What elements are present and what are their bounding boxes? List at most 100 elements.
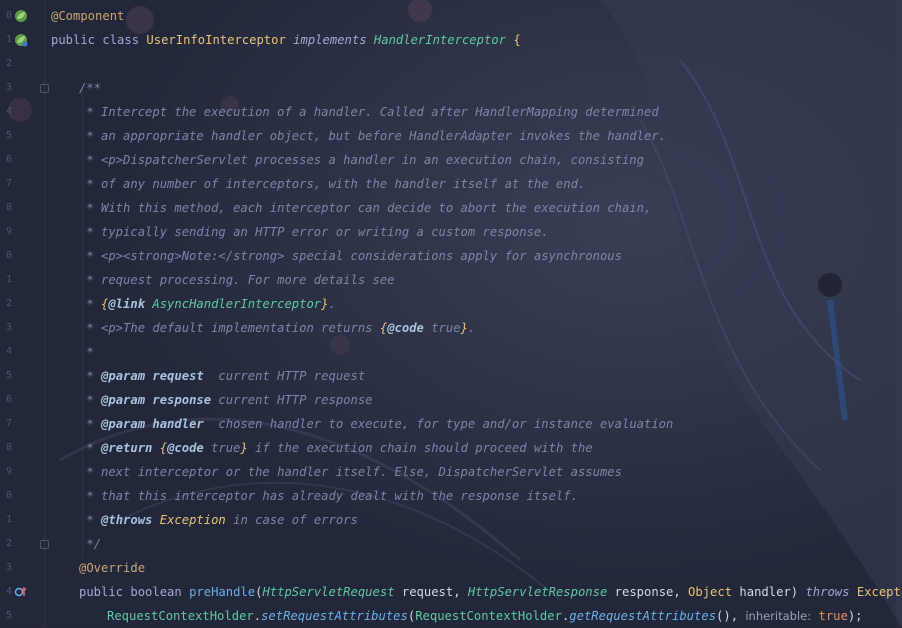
exception-name: Exception: [152, 513, 226, 527]
class-name: RequestContextHolder: [415, 609, 562, 623]
line-number: 4: [5, 346, 12, 357]
brace: }: [240, 441, 248, 455]
type-name: HttpServletRequest: [262, 585, 395, 599]
line-number: 5: [5, 130, 12, 141]
comment-text: true: [423, 321, 461, 335]
line-number: 1: [5, 274, 12, 285]
line-number: 3: [5, 322, 12, 333]
code-line[interactable]: RequestContextHolder.setRequestAttribute…: [107, 604, 863, 628]
override-gutter-icon[interactable]: [14, 585, 28, 599]
comment-text: .: [467, 321, 476, 335]
vertical-scrollbar[interactable]: [896, 0, 902, 627]
punctuation: .: [253, 609, 262, 623]
line-number: 6: [5, 154, 12, 165]
brace: }: [321, 297, 329, 311]
comment-line[interactable]: * @throws Exception in case of errors: [79, 508, 358, 532]
parameter-hint: inheritable:: [738, 609, 812, 623]
comment-text: current HTTP response: [211, 393, 373, 407]
annotation: @Override: [79, 561, 146, 575]
comment-text: *: [79, 513, 102, 527]
spring-bean-icon[interactable]: [14, 33, 28, 47]
comment-line[interactable]: * @param handler chosen handler to execu…: [79, 412, 673, 436]
line-number: 1: [5, 514, 12, 525]
punctuation: (),: [716, 609, 739, 623]
javadoc-link[interactable]: AsyncHandlerInterceptor: [145, 297, 321, 311]
comment-line[interactable]: *: [79, 340, 93, 364]
type-name: HttpServletResponse: [467, 585, 608, 599]
comment-text: *: [79, 441, 102, 455]
line-number: 4: [5, 106, 12, 117]
fold-toggle-icon[interactable]: [40, 84, 49, 93]
comment-text: *: [79, 393, 102, 407]
line-number: 9: [5, 226, 12, 237]
comment-line[interactable]: * typically sending an HTTP error or wri…: [79, 220, 548, 244]
keyword: public: [51, 33, 96, 47]
line-number: 7: [5, 418, 12, 429]
line-number: 1: [5, 34, 12, 45]
comment-text: true: [203, 441, 241, 455]
class-name: RequestContextHolder: [107, 609, 254, 623]
param-name: response,: [607, 585, 689, 599]
javadoc-tag: @code: [167, 441, 204, 455]
comment-line[interactable]: * @param response current HTTP response: [79, 388, 373, 412]
comment-text: .: [328, 297, 336, 311]
comment-line[interactable]: * @return {@code true} if the execution …: [79, 436, 593, 460]
comment-line[interactable]: * Intercept the execution of a handler. …: [79, 100, 658, 124]
brace: {: [159, 441, 168, 455]
line-number: 0: [5, 490, 12, 501]
comment-text: * <p>The default implementation returns: [79, 321, 380, 335]
comment-text: in case of errors: [225, 513, 358, 527]
interface-name: HandlerInterceptor: [373, 33, 506, 47]
editor-gutter: 0 1 2 3 4 5 6 7 8 9 0 1 2 3 4 5 6 7 8 9 …: [0, 0, 49, 627]
keyword: implements: [293, 33, 367, 47]
fold-toggle-icon[interactable]: [40, 540, 49, 549]
code-line[interactable]: public class UserInfoInterceptor impleme…: [51, 28, 521, 52]
line-number: 8: [5, 442, 12, 453]
comment-line[interactable]: * <p><strong>Note:</strong> special cons…: [79, 244, 622, 268]
method-name: setRequestAttributes: [261, 609, 408, 623]
javadoc-tag: @param: [101, 393, 146, 407]
line-number: 3: [5, 82, 12, 93]
type-name: Object: [688, 585, 733, 599]
comment-line[interactable]: * next interceptor or the handler itself…: [79, 460, 622, 484]
comment-line[interactable]: * <p>DispatcherServlet processes a handl…: [79, 148, 644, 172]
comment-line[interactable]: * of any number of interceptors, with th…: [79, 172, 585, 196]
line-number: 8: [5, 202, 12, 213]
class-name: UserInfoInterceptor: [146, 33, 286, 47]
code-line[interactable]: @Component: [51, 4, 124, 28]
comment-line[interactable]: */: [79, 532, 101, 556]
comment-line[interactable]: /**: [79, 76, 101, 100]
code-editor[interactable]: 0 1 2 3 4 5 6 7 8 9 0 1 2 3 4 5 6 7 8 9 …: [0, 0, 902, 627]
comment-text: *: [79, 369, 102, 383]
code-line[interactable]: @Override: [79, 556, 145, 580]
comment-text: if the execution chain should proceed wi…: [247, 441, 593, 455]
javadoc-tag: @param: [101, 417, 146, 431]
line-number: 2: [5, 298, 12, 309]
comment-line[interactable]: * <p>The default implementation returns …: [79, 316, 475, 340]
line-number: 2: [5, 58, 12, 69]
javadoc-tag: @param: [101, 369, 146, 383]
comment-line[interactable]: * an appropriate handler object, but bef…: [79, 124, 666, 148]
punctuation: );: [847, 609, 863, 623]
keyword: public: [79, 585, 124, 599]
brace: {: [513, 33, 521, 47]
param-name: handler: [145, 417, 204, 431]
spring-bean-icon[interactable]: [14, 9, 28, 23]
brace: }: [460, 321, 468, 335]
line-number: 7: [5, 178, 12, 189]
comment-line[interactable]: * @param request current HTTP request: [79, 364, 365, 388]
comment-line[interactable]: * {@link AsyncHandlerInterceptor}.: [79, 292, 336, 316]
comment-text: chosen handler to execute, for type and/…: [203, 417, 674, 431]
comment-line[interactable]: * that this interceptor has already deal…: [79, 484, 578, 508]
javadoc-tag: @link: [108, 297, 146, 311]
javadoc-tag: @throws: [101, 513, 153, 527]
line-number: 3: [5, 562, 12, 573]
param-name: response: [145, 393, 212, 407]
method-name: getRequestAttributes: [569, 609, 717, 623]
keyword: boolean: [123, 585, 182, 599]
comment-line[interactable]: * With this method, each interceptor can…: [79, 196, 651, 220]
comment-line[interactable]: * request processing. For more details s…: [79, 268, 394, 292]
code-line[interactable]: public boolean preHandle(HttpServletRequ…: [79, 580, 902, 604]
keyword: true: [811, 609, 848, 623]
javadoc-tag: @return: [101, 441, 153, 455]
